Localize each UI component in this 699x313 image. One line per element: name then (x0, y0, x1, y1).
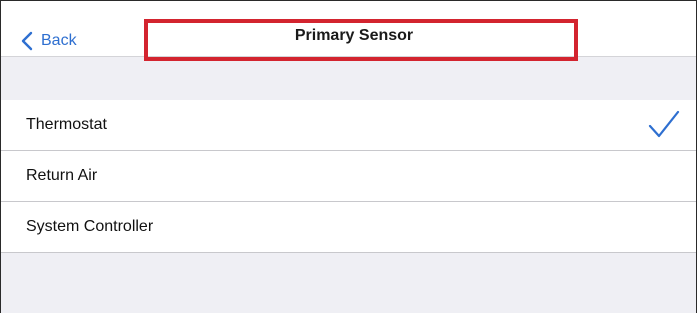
sensor-options-list: Thermostat Return Air System Controller (1, 100, 696, 253)
back-label: Back (41, 32, 77, 49)
option-label: Thermostat (26, 116, 107, 133)
screen-frame: Back Primary Sensor Thermostat Return Ai… (0, 0, 697, 313)
option-thermostat[interactable]: Thermostat (1, 100, 696, 151)
option-label: Return Air (26, 167, 98, 184)
option-return-air[interactable]: Return Air (1, 151, 696, 202)
checkmark-icon (648, 110, 680, 145)
option-label: System Controller (26, 218, 154, 235)
back-button[interactable]: Back (21, 29, 77, 53)
option-system-controller[interactable]: System Controller (1, 202, 696, 253)
chevron-left-icon (21, 31, 41, 51)
title-highlight-box (144, 19, 578, 61)
